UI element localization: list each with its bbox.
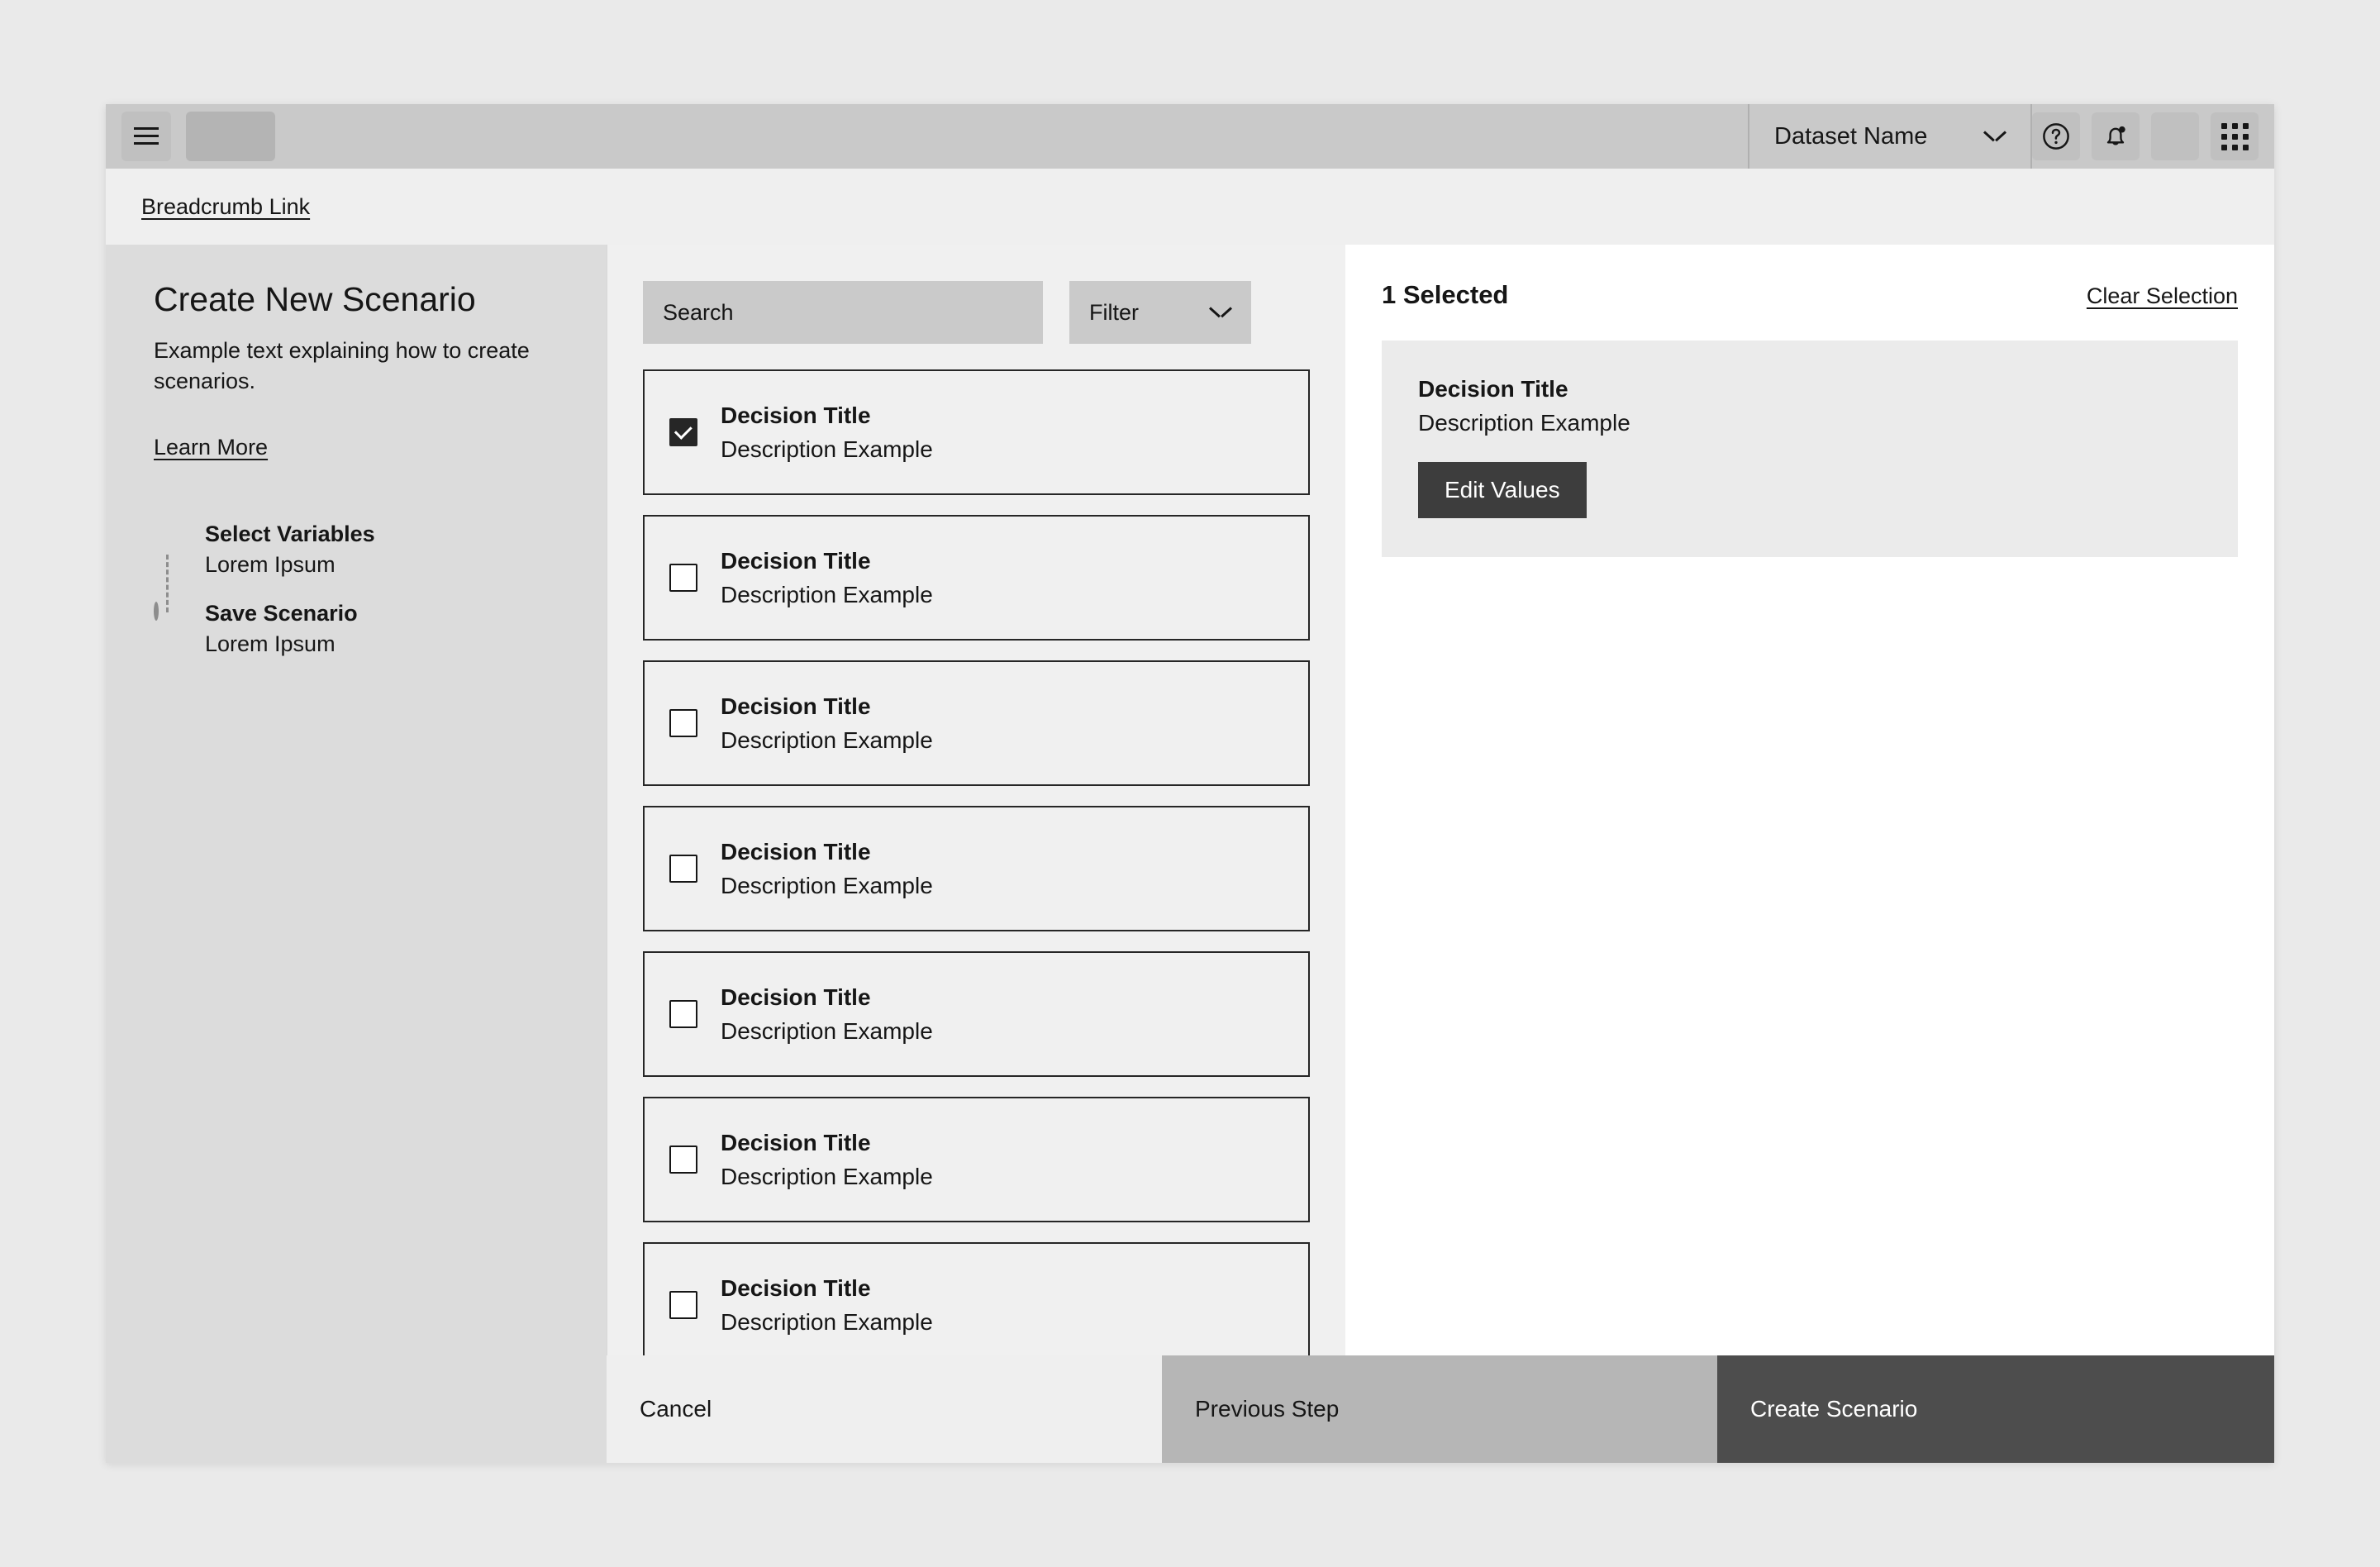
- list-item[interactable]: Decision Title Description Example: [643, 1242, 1310, 1368]
- selection-header: 1 Selected Clear Selection: [1382, 280, 2238, 310]
- chevron-down-icon: [1984, 131, 2006, 143]
- learn-more-link[interactable]: Learn More: [154, 435, 268, 460]
- step-marker-inactive-icon: [154, 604, 159, 619]
- checkbox-unchecked[interactable]: [669, 1000, 697, 1028]
- decision-list: Decision Title Description Example Decis…: [607, 344, 1345, 1368]
- selection-summary-panel: 1 Selected Clear Selection Decision Titl…: [1345, 245, 2274, 1463]
- list-item-title: Decision Title: [721, 984, 871, 1010]
- progress-stepper: Select Variables Lorem Ipsum Save Scenar…: [154, 522, 564, 657]
- step-save-scenario[interactable]: Save Scenario Lorem Ipsum: [154, 601, 564, 657]
- cancel-button[interactable]: Cancel: [607, 1355, 1162, 1463]
- step-sublabel: Lorem Ipsum: [205, 552, 564, 578]
- hamburger-menu-icon: [134, 127, 159, 145]
- checkbox-unchecked[interactable]: [669, 1145, 697, 1174]
- list-item-description: Description Example: [721, 582, 933, 608]
- app-grid-icon: [2221, 123, 2249, 150]
- body-area: Create New Scenario Example text explain…: [106, 245, 2274, 1463]
- checkbox-checked[interactable]: [669, 418, 697, 446]
- help-button[interactable]: [2032, 112, 2080, 160]
- blank-header-button[interactable]: [2151, 112, 2199, 160]
- list-item-description: Description Example: [721, 436, 933, 463]
- list-item[interactable]: Decision Title Description Example: [643, 951, 1310, 1077]
- checkbox-unchecked[interactable]: [669, 1291, 697, 1319]
- application-window: Dataset Name: [106, 104, 2274, 1463]
- previous-step-button[interactable]: Previous Step: [1162, 1355, 1717, 1463]
- filter-dropdown[interactable]: Filter: [1069, 281, 1251, 344]
- list-item-title: Decision Title: [721, 402, 871, 428]
- sidebar-panel: Create New Scenario Example text explain…: [106, 245, 607, 1463]
- edit-values-button[interactable]: Edit Values: [1418, 462, 1587, 518]
- list-item[interactable]: Decision Title Description Example: [643, 369, 1310, 495]
- search-filter-row: Filter: [607, 245, 1345, 344]
- list-item[interactable]: Decision Title Description Example: [643, 660, 1310, 786]
- checkbox-unchecked[interactable]: [669, 564, 697, 592]
- checkbox-unchecked[interactable]: [669, 709, 697, 737]
- top-header-bar: Dataset Name: [106, 104, 2274, 169]
- step-select-variables[interactable]: Select Variables Lorem Ipsum: [154, 522, 564, 578]
- create-scenario-button[interactable]: Create Scenario: [1717, 1355, 2274, 1463]
- list-item-description: Description Example: [721, 1018, 933, 1045]
- dataset-selector[interactable]: Dataset Name: [1748, 104, 2032, 169]
- app-switcher-button[interactable]: [2211, 112, 2259, 160]
- list-item-title: Decision Title: [721, 548, 871, 574]
- selected-card-title: Decision Title: [1418, 376, 2202, 402]
- selected-decision-card: Decision Title Description Example Edit …: [1382, 341, 2238, 557]
- selected-count-label: 1 Selected: [1382, 280, 1508, 310]
- list-item-description: Description Example: [721, 1164, 933, 1190]
- step-sublabel: Lorem Ipsum: [205, 631, 564, 657]
- header-left-group: [106, 112, 275, 161]
- list-item-description: Description Example: [721, 727, 933, 754]
- checkbox-unchecked[interactable]: [669, 855, 697, 883]
- clear-selection-link[interactable]: Clear Selection: [2087, 283, 2238, 309]
- dataset-name-label: Dataset Name: [1774, 123, 1927, 150]
- page-description: Example text explaining how to create sc…: [154, 336, 564, 396]
- list-item-title: Decision Title: [721, 1275, 871, 1301]
- breadcrumb: Breadcrumb Link: [106, 169, 2274, 245]
- list-item[interactable]: Decision Title Description Example: [643, 806, 1310, 931]
- page-title: Create New Scenario: [154, 279, 564, 319]
- header-right-group: [2032, 112, 2274, 160]
- step-label: Save Scenario: [205, 601, 564, 626]
- breadcrumb-link[interactable]: Breadcrumb Link: [141, 194, 310, 220]
- list-item-title: Decision Title: [721, 1130, 871, 1155]
- chevron-down-icon: [1210, 307, 1231, 319]
- list-item[interactable]: Decision Title Description Example: [643, 515, 1310, 641]
- bell-notification-icon: [2101, 121, 2130, 151]
- filter-label: Filter: [1089, 300, 1139, 326]
- footer-action-bar: Cancel Previous Step Create Scenario: [607, 1355, 2274, 1463]
- list-item-description: Description Example: [721, 1309, 933, 1336]
- list-item[interactable]: Decision Title Description Example: [643, 1097, 1310, 1222]
- notifications-button[interactable]: [2092, 112, 2140, 160]
- logo-placeholder: [186, 112, 275, 161]
- list-item-description: Description Example: [721, 873, 933, 899]
- search-input[interactable]: [643, 281, 1043, 344]
- hamburger-menu-button[interactable]: [121, 112, 171, 161]
- decision-selection-panel: Filter Decision Title Description Exampl…: [607, 245, 1345, 1463]
- selected-card-description: Description Example: [1418, 410, 2202, 436]
- step-label: Select Variables: [205, 522, 564, 547]
- list-item-title: Decision Title: [721, 839, 871, 864]
- help-circle-icon: [2041, 121, 2071, 151]
- list-item-title: Decision Title: [721, 693, 871, 719]
